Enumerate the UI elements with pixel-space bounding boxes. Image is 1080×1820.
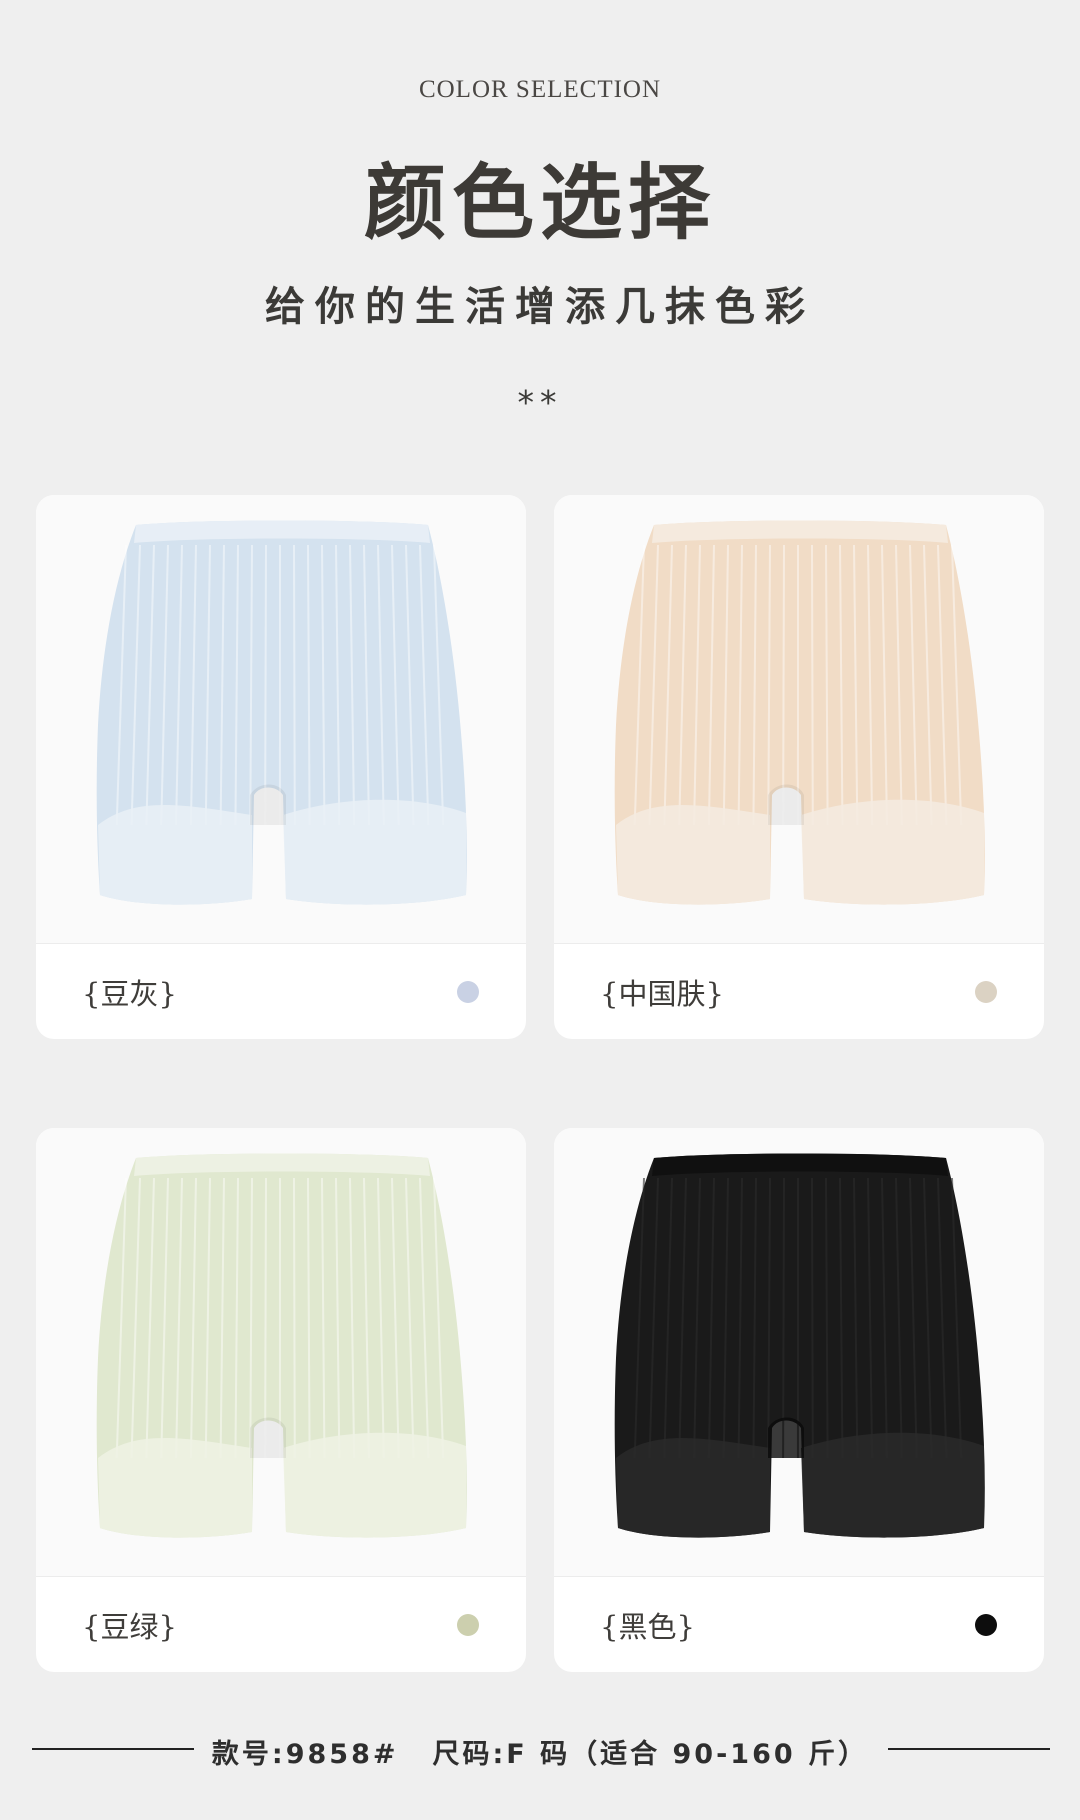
- product-photo: [554, 1128, 1044, 1577]
- ornament-stars: **: [517, 383, 563, 422]
- color-option-card[interactable]: {豆灰}: [36, 495, 526, 1039]
- color-name-label: {黑色}: [600, 1610, 695, 1644]
- color-swatch: [975, 981, 997, 1003]
- color-name-label: {豆灰}: [82, 977, 177, 1011]
- footer-divider-left: [32, 1748, 194, 1750]
- page-subtitle: 给你的生活增添几抹色彩: [265, 283, 815, 330]
- section-eyebrow: COLOR SELECTION: [418, 76, 662, 103]
- color-swatch: [975, 1614, 997, 1636]
- size-info: 尺码:F 码（适合 90-160 斤）: [432, 1739, 869, 1770]
- product-photo: [36, 1128, 526, 1577]
- color-name-label: {中国肤}: [600, 977, 724, 1011]
- product-photo: [36, 495, 526, 944]
- color-option-card[interactable]: {黑色}: [554, 1128, 1044, 1672]
- shorts-image: [614, 1153, 985, 1538]
- product-photo: [554, 495, 1044, 944]
- footer-divider-right: [888, 1748, 1050, 1750]
- product-spec: 款号:9858# 尺码:F 码（适合 90-160 斤）: [200, 1732, 880, 1771]
- page-title: 颜色选择: [363, 155, 716, 251]
- color-name-label: {豆绿}: [82, 1610, 177, 1644]
- color-swatch: [457, 981, 479, 1003]
- color-option-card[interactable]: {中国肤}: [554, 495, 1044, 1039]
- shorts-image: [96, 1153, 467, 1538]
- shorts-image: [96, 520, 467, 905]
- color-option-card[interactable]: {豆绿}: [36, 1128, 526, 1672]
- shorts-image: [614, 520, 985, 905]
- color-swatch: [457, 1614, 479, 1636]
- style-number: 款号:9858#: [211, 1739, 399, 1770]
